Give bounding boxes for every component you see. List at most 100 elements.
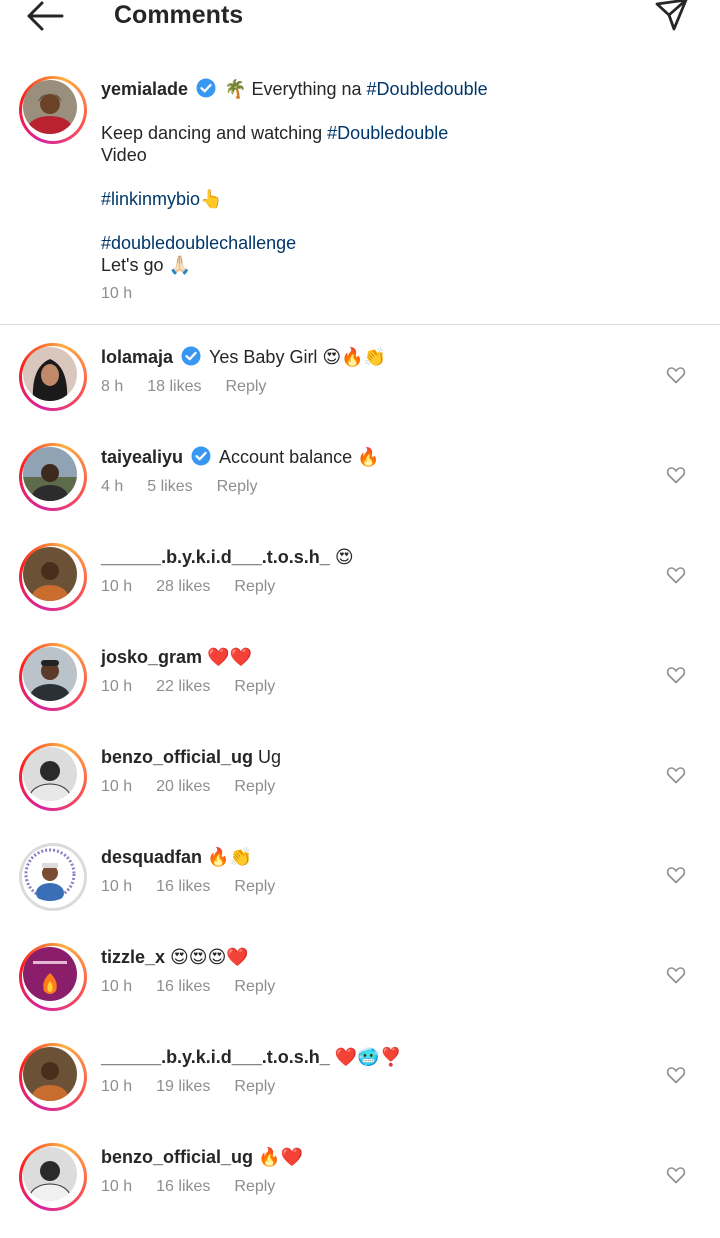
- pointing-emoji: 👆: [200, 189, 223, 209]
- profile-photo-icon: [23, 1047, 77, 1101]
- heart-like-icon[interactable]: [666, 465, 686, 485]
- comment-text: tizzle_x 😍😍😍❤️: [101, 946, 249, 968]
- hashtag-link[interactable]: #doubledoublechallenge: [101, 233, 296, 253]
- comment-avatar[interactable]: [19, 443, 87, 511]
- comment-avatar[interactable]: [19, 1143, 87, 1211]
- comment-avatar[interactable]: [19, 843, 87, 911]
- comment-likes[interactable]: 19 likes: [156, 1078, 210, 1095]
- comment-time: 10 h: [101, 878, 133, 895]
- profile-photo-icon: [23, 947, 77, 1001]
- comment-likes[interactable]: 5 likes: [147, 478, 192, 495]
- comment-text: benzo_official_ug Ug: [101, 746, 281, 768]
- comment-body: 😍😍😍❤️: [170, 947, 249, 967]
- comment-likes[interactable]: 22 likes: [156, 678, 210, 695]
- comment-username[interactable]: ______.b.y.k.i.d___.t.o.s.h_: [101, 1047, 330, 1067]
- profile-photo-icon: [23, 447, 77, 501]
- caption-line-6-text: Let's go 🙏🏻: [101, 255, 191, 275]
- verified-badge-icon: [181, 346, 201, 366]
- comment-avatar[interactable]: [19, 943, 87, 1011]
- heart-like-icon[interactable]: [666, 1165, 686, 1185]
- reply-button[interactable]: Reply: [234, 678, 275, 695]
- comment-username[interactable]: lolamaja: [101, 347, 173, 367]
- comment-text: ______.b.y.k.i.d___.t.o.s.h_ ❤️🥶❣️: [101, 1046, 402, 1068]
- comment-body: Yes Baby Girl 😍🔥👏: [209, 347, 387, 367]
- comment-body: 🔥❤️: [258, 1147, 303, 1167]
- profile-photo-icon: [23, 80, 77, 134]
- heart-like-icon[interactable]: [666, 665, 686, 685]
- reply-button[interactable]: Reply: [234, 578, 275, 595]
- comment-username[interactable]: tizzle_x: [101, 947, 165, 967]
- comment-username[interactable]: desquadfan: [101, 847, 202, 867]
- comment-likes[interactable]: 16 likes: [156, 978, 210, 995]
- hashtag-link[interactable]: #Doubledouble: [367, 79, 488, 99]
- comment-avatar[interactable]: [19, 343, 87, 411]
- comment-username[interactable]: josko_gram: [101, 647, 202, 667]
- comment-body: 🔥👏: [207, 847, 252, 867]
- comment-avatar[interactable]: [19, 743, 87, 811]
- comment-meta: 4 h 5 likes Reply: [101, 478, 282, 496]
- profile-photo-icon: [23, 847, 77, 901]
- caption-line-2-text: Keep dancing and watching: [101, 123, 328, 143]
- profile-photo-icon: [23, 747, 77, 801]
- hashtag-link[interactable]: #linkinmybio: [101, 189, 200, 209]
- heart-like-icon[interactable]: [666, 765, 686, 785]
- reply-button[interactable]: Reply: [234, 978, 275, 995]
- divider: [0, 324, 720, 325]
- comment-meta: 10 h 28 likes Reply: [101, 578, 299, 596]
- hashtag-link[interactable]: #Doubledouble: [327, 123, 448, 143]
- heart-like-icon[interactable]: [666, 1065, 686, 1085]
- comment-time: 10 h: [101, 678, 133, 695]
- comment-likes[interactable]: 18 likes: [147, 378, 201, 395]
- caption-line-3-text: Video: [101, 145, 147, 165]
- comment-text: taiyealiyu Account balance 🔥: [101, 446, 380, 468]
- comment-text: desquadfan 🔥👏: [101, 846, 252, 868]
- send-direct-icon[interactable]: [652, 0, 690, 34]
- comment-body: Ug: [258, 747, 282, 767]
- caption-timestamp: 10 h: [101, 285, 133, 302]
- reply-button[interactable]: Reply: [217, 478, 258, 495]
- caption-username[interactable]: yemialade: [101, 79, 188, 99]
- comment-username[interactable]: taiyealiyu: [101, 447, 183, 467]
- profile-photo-icon: [23, 647, 77, 701]
- comment-meta: 8 h 18 likes Reply: [101, 378, 290, 396]
- comment-username[interactable]: ______.b.y.k.i.d___.t.o.s.h_: [101, 547, 330, 567]
- comment-avatar[interactable]: [19, 643, 87, 711]
- comment-username[interactable]: benzo_official_ug: [101, 1147, 253, 1167]
- comment-body: ❤️🥶❣️: [334, 1047, 403, 1067]
- heart-like-icon[interactable]: [666, 865, 686, 885]
- verified-badge-icon: [191, 446, 211, 466]
- profile-photo-icon: [23, 547, 77, 601]
- profile-photo-icon: [23, 347, 77, 401]
- back-arrow-icon[interactable]: [24, 0, 64, 34]
- page-title: Comments: [114, 1, 244, 29]
- comment-likes[interactable]: 28 likes: [156, 578, 210, 595]
- comment-likes[interactable]: 16 likes: [156, 1178, 210, 1195]
- comment-body: 😍: [334, 547, 354, 567]
- reply-button[interactable]: Reply: [234, 778, 275, 795]
- comment-time: 4 h: [101, 478, 124, 495]
- reply-button[interactable]: Reply: [226, 378, 267, 395]
- comment-likes[interactable]: 20 likes: [156, 778, 210, 795]
- comment-avatar[interactable]: [19, 1043, 87, 1111]
- caption-avatar[interactable]: [19, 76, 87, 144]
- caption-line-1-text: 🌴 Everything na: [224, 79, 367, 99]
- comment-time: 10 h: [101, 1078, 133, 1095]
- comment-username[interactable]: benzo_official_ug: [101, 747, 253, 767]
- reply-button[interactable]: Reply: [234, 878, 275, 895]
- comment-time: 10 h: [101, 778, 133, 795]
- heart-like-icon[interactable]: [666, 565, 686, 585]
- heart-like-icon[interactable]: [666, 365, 686, 385]
- comment-meta: 10 h 16 likes Reply: [101, 1178, 299, 1196]
- comment-likes[interactable]: 16 likes: [156, 878, 210, 895]
- comment-time: 8 h: [101, 378, 124, 395]
- comment-text: josko_gram ❤️❤️: [101, 646, 252, 668]
- reply-button[interactable]: Reply: [234, 1178, 275, 1195]
- comment-text: benzo_official_ug 🔥❤️: [101, 1146, 303, 1168]
- heart-like-icon[interactable]: [666, 965, 686, 985]
- comment-avatar[interactable]: [19, 543, 87, 611]
- comment-time: 10 h: [101, 578, 133, 595]
- comment-meta: 10 h 16 likes Reply: [101, 978, 299, 996]
- comment-meta: 10 h 20 likes Reply: [101, 778, 299, 796]
- reply-button[interactable]: Reply: [234, 1078, 275, 1095]
- comment-text: ______.b.y.k.i.d___.t.o.s.h_ 😍: [101, 546, 354, 568]
